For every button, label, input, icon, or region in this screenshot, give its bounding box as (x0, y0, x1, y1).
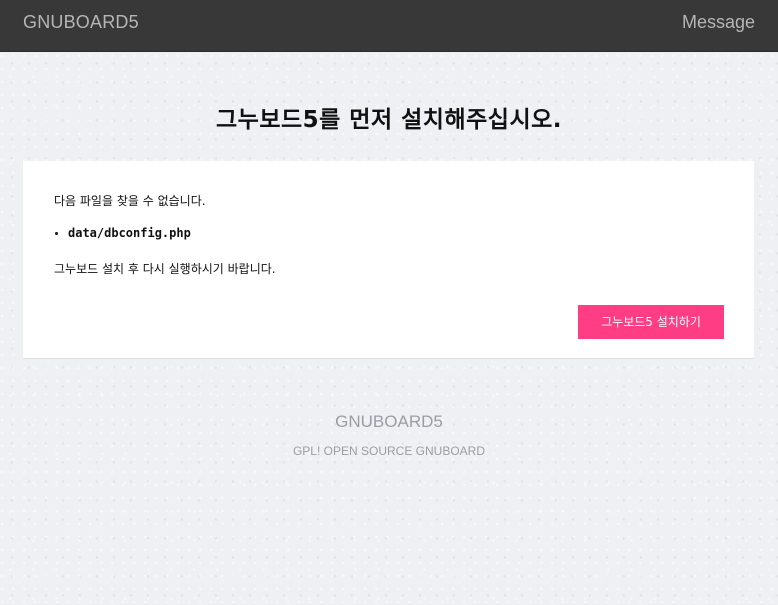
bullet-icon (55, 231, 58, 235)
footer-title: GNUBOARD5 (335, 412, 443, 431)
instruction-message: 그누보드 설치 후 다시 실행하시기 바랍니다. (54, 262, 276, 276)
missing-file-list: data/dbconfig.php (54, 226, 191, 240)
install-button[interactable]: 그누보드5 설치하기 (578, 305, 724, 339)
top-bar: GNUBOARD5 Message (0, 0, 778, 52)
message-card: 다음 파일을 찾을 수 없습니다. data/dbconfig.php 그누보드… (23, 161, 754, 359)
brand-title: GNUBOARD5 (23, 12, 139, 32)
missing-file-path: data/dbconfig.php (68, 226, 191, 240)
footer-subtitle: GPL! OPEN SOURCE GNUBOARD (292, 444, 486, 458)
page-label: Message (681, 12, 755, 32)
list-item: data/dbconfig.php (54, 226, 191, 240)
page-title: 그누보드5를 먼저 설치해주십시오. (216, 107, 562, 133)
missing-file-message: 다음 파일을 찾을 수 없습니다. (54, 194, 206, 208)
